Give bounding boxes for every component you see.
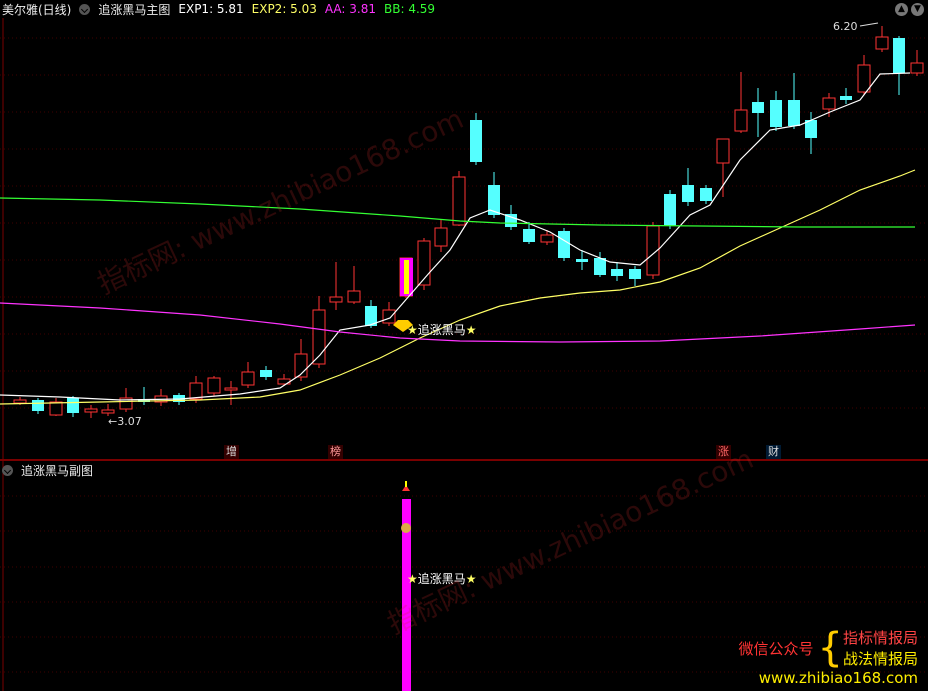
stock-name: 美尔雅(日线) — [2, 2, 72, 17]
main-chart-pane[interactable]: 美尔雅(日线) 追涨黑马主图 EXP1: 5.81 EXP2: 5.03 AA:… — [0, 0, 928, 459]
candle-body — [434, 227, 448, 247]
candle-body — [452, 176, 466, 226]
promo-box: 微信公众号 { 指标情报局 战法情报局 www.zhibiao168.com — [739, 627, 918, 687]
candlestick-chart[interactable] — [0, 0, 928, 459]
tag-cai[interactable]: 财 — [766, 445, 781, 459]
sub-indicator-name[interactable]: 追涨黑马副图 — [21, 462, 93, 479]
candle-body — [32, 400, 44, 411]
arrow-up-icon[interactable]: ▲ — [895, 3, 908, 16]
candle-body — [189, 382, 203, 400]
candle-body — [700, 188, 712, 201]
candle-body — [382, 309, 396, 324]
candle-body — [207, 377, 221, 394]
tag-bang[interactable]: 榜 — [328, 445, 343, 459]
tag-zeng[interactable]: 增 — [224, 445, 239, 459]
high-arrow-line — [859, 22, 879, 27]
candle-body — [558, 231, 570, 258]
candle-body — [84, 408, 98, 413]
main-header: 美尔雅(日线) 追涨黑马主图 EXP1: 5.81 EXP2: 5.03 AA:… — [0, 0, 443, 18]
chevron-down-icon[interactable] — [79, 3, 91, 15]
candle-body — [664, 194, 676, 226]
candle-body — [224, 387, 238, 391]
param-aa: AA: 3.81 — [324, 2, 377, 16]
signal-label-main: ★追涨黑马★ — [407, 323, 477, 337]
tag-zhang[interactable]: 涨 — [716, 445, 731, 459]
arrow-down-icon[interactable]: ▼ — [911, 3, 924, 16]
signal-label-sub: ★追涨黑马★ — [407, 572, 477, 586]
param-exp2: EXP2: 5.03 — [251, 2, 317, 16]
candle-body — [49, 401, 63, 416]
candle-body — [788, 100, 800, 126]
brace-icon: { — [817, 625, 843, 671]
promo-name-2: 战法情报局 — [842, 650, 918, 668]
param-exp1: EXP1: 5.81 — [178, 2, 244, 16]
candle-body — [329, 296, 343, 303]
money-bag-icon — [401, 523, 411, 533]
promo-name-1: 指标情报局 — [842, 629, 918, 647]
param-bb: BB: 4.59 — [384, 2, 436, 16]
candle-body — [752, 102, 764, 113]
promo-wechat: 微信公众号 — [738, 639, 814, 658]
candle-body — [260, 370, 272, 377]
signal-text: 追涨黑马 — [417, 323, 466, 337]
sub-chart-pane[interactable]: 追涨黑马副图 ★追涨黑马★ 微信公众号 { 指标情报局 战法情报局 www.zh… — [0, 461, 928, 691]
candle-body — [822, 97, 836, 110]
candle-body — [523, 229, 535, 242]
candle-body — [629, 269, 641, 279]
main-indicator-name[interactable]: 追涨黑马主图 — [98, 1, 170, 18]
candle-body — [611, 269, 623, 276]
sub-signal-tip — [405, 481, 407, 487]
candle-body — [470, 120, 482, 162]
candle-body — [101, 409, 115, 414]
candle-body — [857, 64, 871, 93]
candle-body — [893, 38, 905, 73]
signal-text: 追涨黑马 — [417, 572, 466, 586]
high-price-label: 6.20 — [833, 20, 858, 33]
candle-body — [910, 62, 924, 74]
candle-body — [875, 36, 889, 50]
candle-body — [734, 109, 748, 132]
chevron-down-icon[interactable] — [2, 464, 13, 476]
low-price-value: 3.07 — [117, 415, 142, 428]
candle-body — [594, 258, 606, 275]
signal-bar-core — [404, 260, 409, 294]
candle-body — [840, 96, 852, 100]
low-price-label: ←3.07 — [108, 415, 142, 428]
candle-body — [770, 100, 782, 127]
sub-header: 追涨黑马副图 — [0, 461, 101, 479]
candle-body — [347, 290, 361, 303]
promo-site: www.zhibiao168.com — [758, 669, 918, 687]
candle-body — [576, 259, 588, 262]
candle-body — [716, 138, 730, 164]
candle-body — [540, 234, 554, 243]
candle-body — [67, 398, 79, 413]
candle-body — [241, 371, 255, 386]
candle-body — [13, 399, 27, 404]
candle-body — [682, 185, 694, 202]
